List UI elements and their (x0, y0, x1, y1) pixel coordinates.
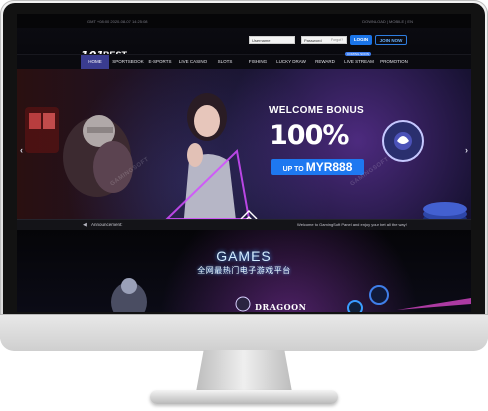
monitor-stand-neck (196, 350, 292, 392)
carousel-next-arrow[interactable]: › (465, 145, 468, 155)
nav-item-live-casino[interactable]: LIVE CASINO (177, 55, 209, 69)
monitor-stand-base (150, 390, 338, 404)
games-title: GAMES (216, 248, 272, 264)
server-datetime: GMT +08:00 2020-08-07 14:25:08 (87, 19, 148, 24)
bonus-percent: 100% (269, 120, 349, 151)
nav-item-promotion[interactable]: PROMOTION (379, 55, 409, 69)
bonus-cap-amount: MYR888 (305, 160, 353, 174)
username-input[interactable]: Username (249, 36, 295, 44)
nav-item-live-stream[interactable]: LIVE STREAM (343, 55, 375, 69)
games-section: GAMES 全网最热门电子游戏平台 DRAGOON (17, 230, 471, 312)
screen: GMT +08:00 2020-08-07 14:25:08 DOWNLOAD … (17, 14, 471, 312)
utility-links[interactable]: DOWNLOAD | MOBILE | EN (362, 19, 413, 24)
nav-item-sportsbook[interactable]: SPORTSBOOK (111, 55, 145, 69)
hero-banner[interactable]: WELCOME BONUS 100% UP TO MYR888 GAMINGSO… (17, 69, 471, 229)
bonus-title: WELCOME BONUS (269, 105, 365, 116)
coming-soon-badge: COMING SOON (345, 52, 372, 56)
carousel-prev-arrow[interactable]: ‹ (20, 145, 23, 155)
provider-logo[interactable]: DRAGOON (255, 302, 306, 312)
speaker-icon: ◀ (83, 222, 87, 228)
nav-item-home[interactable]: HOME (81, 55, 109, 69)
games-subtitle: 全网最热门电子游戏平台 (197, 266, 291, 275)
monitor-chin (0, 314, 488, 351)
login-button[interactable]: LOGIN (350, 35, 372, 45)
announcement-label: Announcement: (91, 222, 123, 227)
nav-item-reward[interactable]: REWARD (313, 55, 337, 69)
forgot-password-link[interactable]: Forgot? (331, 38, 343, 42)
utility-bar: GMT +08:00 2020-08-07 14:25:08 DOWNLOAD … (17, 14, 471, 28)
nav-item-lucky-draw[interactable]: LUCKY DRAW (275, 55, 307, 69)
hero-artwork (25, 93, 467, 229)
nav-item-esports[interactable]: E-SPORTS (148, 55, 172, 69)
join-now-button[interactable]: JOIN NOW (375, 35, 407, 45)
bonus-cap-prefix: UP TO (282, 166, 306, 173)
nav-item-slots[interactable]: SLOTS (215, 55, 235, 69)
nav-item-fishing[interactable]: FISHING (247, 55, 269, 69)
announcement-bar: ◀ Announcement: Welcome to GamingSoft Pa… (17, 219, 471, 230)
announcement-text: Welcome to GamingSoft Panel and enjoy yo… (297, 222, 407, 227)
main-nav: HOME SPORTSBOOK E-SPORTS LIVE CASINO SLO… (17, 52, 471, 70)
bonus-cap-banner: UP TO MYR888 (271, 159, 364, 175)
